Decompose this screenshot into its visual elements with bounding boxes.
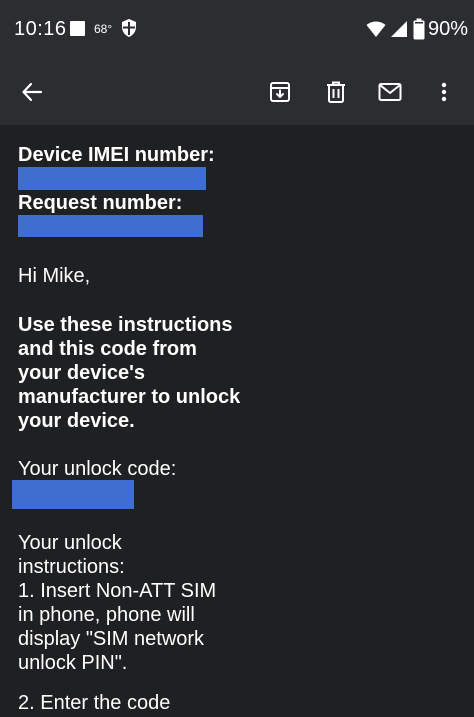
intro-line-1: Use these instructions [18,314,233,336]
request-label: Request number: [18,192,183,214]
instructions-line-6: unlock PIN". [18,652,128,674]
back-arrow-icon[interactable] [12,72,52,112]
status-time: 10:16 [14,18,67,40]
battery-percent: 90% [428,18,469,40]
step-2: 2. Enter the code [18,692,171,714]
wifi-icon [366,20,386,43]
intro-line-4: manufacturer to unlock [18,386,241,408]
shield-icon [120,18,138,43]
unlock-code-label: Your unlock code: [18,458,177,480]
battery-icon [413,18,425,45]
archive-icon[interactable] [260,72,300,112]
status-bar: 10:16 68° 90% [0,0,474,58]
instructions-line-1: Your unlock [18,532,122,554]
instructions-line-3: 1. Insert Non-ATT SIM [18,580,217,602]
intro-line-5: your device. [18,410,135,432]
more-vert-icon[interactable] [424,72,464,112]
notification-square-icon [70,21,85,36]
intro-line-2: and this code from [18,338,197,360]
email-body: Device IMEI number: Request number: Hi M… [0,125,474,717]
email-toolbar [0,58,474,125]
mark-unread-icon[interactable] [370,72,410,112]
instructions-line-5: display "SIM network [18,628,205,650]
request-redaction [18,215,203,237]
delete-icon[interactable] [316,72,356,112]
intro-line-3: your device's [18,362,146,384]
unlock-code-redaction [12,480,134,509]
imei-label: Device IMEI number: [18,144,215,166]
instructions-line-4: in phone, phone will [18,604,195,626]
status-temperature: 68° [94,22,113,36]
imei-redaction [18,167,206,190]
greeting: Hi Mike, [18,265,91,287]
instructions-line-2: instructions: [18,556,125,578]
signal-icon [390,20,408,43]
